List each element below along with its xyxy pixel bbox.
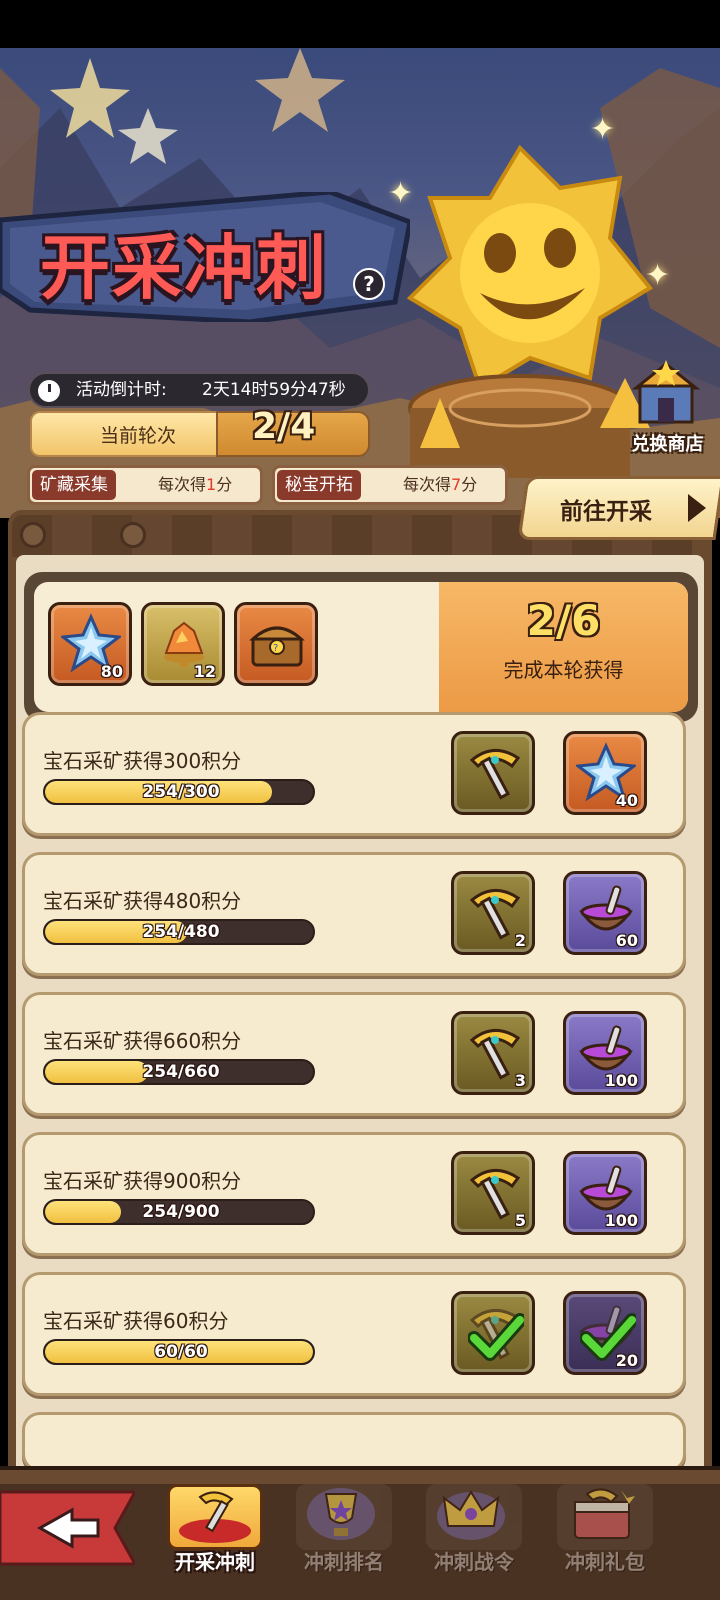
bottom-nav-strip (0, 1470, 720, 1484)
checkmark-icon (468, 1313, 524, 1361)
task-reward-item[interactable]: 100 (563, 1151, 647, 1235)
pickaxe-cushion-icon (179, 1491, 251, 1543)
task-title: 宝石采矿获得900积分 (43, 1169, 242, 1193)
task-progress-bar: 254/480 (43, 919, 315, 945)
score-rule-tag: 秘宝开拓 (277, 470, 361, 500)
task-reward-item[interactable]: 5 (451, 1151, 535, 1235)
round-progress-panel: 2/6 完成本轮获得 (433, 582, 688, 712)
reward-count: 2 (514, 931, 526, 950)
current-round-bar: 当前轮次 (30, 411, 370, 457)
nav-tab-label: 冲刺礼包 (565, 1550, 645, 1574)
exchange-shop-button[interactable]: 兑换商店 (620, 360, 715, 460)
task-progress-text: 254/900 (142, 1202, 220, 1222)
task-title: 宝石采矿获得480积分 (43, 889, 242, 913)
treasure-chest-icon: ? (249, 626, 305, 667)
countdown-value: 2天14时59分47秒 (202, 380, 346, 400)
task-reward-item[interactable]: 100 (563, 1011, 647, 1095)
task-title: 宝石采矿获得60积分 (43, 1309, 229, 1333)
rivet-icon (20, 522, 46, 548)
task-row: 宝石采矿获得300积分 254/300 40 (22, 712, 686, 836)
nav-tab-sprint-pass[interactable]: 冲刺战令 (421, 1484, 527, 1580)
reward-item[interactable]: ? (234, 602, 318, 686)
rivet-icon (120, 522, 146, 548)
reward-count: 12 (193, 662, 216, 681)
shop-house-icon (632, 360, 700, 424)
task-row: 宝石采矿获得900积分 254/900 5 100 (22, 1132, 686, 1256)
back-button[interactable] (0, 1488, 138, 1568)
sparkle-icon: ✦ (645, 258, 671, 293)
svg-text:?: ? (273, 643, 278, 654)
status-bar (0, 0, 720, 48)
crown-icon (437, 1490, 505, 1540)
gold-pickaxe-icon (469, 749, 521, 800)
reward-count: 100 (604, 1211, 638, 1230)
exchange-shop-label: 兑换商店 (631, 434, 704, 455)
reward-item[interactable]: 80 (48, 602, 132, 686)
task-progress-bar: 60/60 (43, 1339, 315, 1365)
reward-count: 20 (615, 1351, 638, 1370)
reward-count: 80 (100, 662, 123, 681)
countdown-bar: 活动倒计时: 2天14时59分47秒 (28, 372, 370, 408)
task-progress-text: 60/60 (154, 1342, 208, 1362)
task-row: 宝石采矿获得480积分 254/480 2 60 (22, 852, 686, 976)
current-round-label: 当前轮次 (100, 425, 177, 447)
nav-tab-label: 冲刺战令 (434, 1550, 514, 1574)
task-reward-item[interactable]: 3 (451, 1011, 535, 1095)
task-progress-text: 254/300 (142, 782, 220, 802)
score-rule-chip: 秘宝开拓 每次得7分 (272, 465, 508, 505)
reward-count: 100 (604, 1071, 638, 1090)
reward-item[interactable]: 12 (141, 602, 225, 686)
page-title: 开采冲刺 (40, 227, 328, 309)
task-progress-text: 254/660 (142, 1062, 220, 1082)
nav-tab-sprint-ranking[interactable]: 冲刺排名 (291, 1484, 397, 1580)
round-reward-caption: 完成本轮获得 (503, 658, 624, 682)
nav-tab-label: 开采冲刺 (175, 1550, 255, 1574)
task-reward-item[interactable]: 40 (563, 731, 647, 815)
task-progress-bar: 254/900 (43, 1199, 315, 1225)
reward-count: 5 (514, 1211, 526, 1230)
round-reward-box: 80 12 ? 2/6 完成本轮获得 (24, 572, 698, 722)
task-row-partial (22, 1412, 686, 1472)
task-reward-item[interactable]: 2 (451, 871, 535, 955)
round-reward-progress: 2/6 (526, 596, 601, 645)
score-rule-chip: 矿藏采集 每次得1分 (27, 465, 263, 505)
nav-tab-label: 冲刺排名 (304, 1550, 384, 1574)
reward-count: 60 (615, 931, 638, 950)
countdown-label: 活动倒计时: (76, 380, 167, 400)
clock-icon (38, 380, 60, 402)
task-row: 宝石采矿获得660积分 254/660 3 100 (22, 992, 686, 1116)
task-reward-item[interactable] (451, 731, 535, 815)
reward-count: 40 (615, 791, 638, 810)
task-reward-item[interactable]: 60 (563, 871, 647, 955)
trophy-icon (307, 1488, 375, 1540)
task-reward-item[interactable]: 20 (563, 1291, 647, 1375)
score-rule-text: 每次得7分 (403, 475, 478, 494)
sparkle-icon: ✦ (590, 112, 616, 147)
task-row: 宝石采矿获得60积分 60/60 20 (22, 1272, 686, 1396)
nav-tab-mining-sprint[interactable]: 开采冲刺 (162, 1484, 268, 1580)
go-mine-label[interactable]: 前往开采 (560, 492, 652, 526)
task-title: 宝石采矿获得660积分 (43, 1029, 242, 1053)
nav-tab-sprint-gift[interactable]: 冲刺礼包 (552, 1484, 658, 1580)
task-progress-bar: 254/660 (43, 1059, 315, 1085)
task-progress-bar: 254/300 (43, 779, 315, 805)
task-progress-text: 254/480 (142, 922, 220, 942)
help-button[interactable]: ? (353, 268, 385, 300)
score-rule-tag: 矿藏采集 (32, 470, 116, 500)
play-arrow-icon (688, 494, 706, 522)
task-title: 宝石采矿获得300积分 (43, 749, 242, 773)
score-rule-text: 每次得1分 (158, 475, 233, 494)
current-round-value: 2/4 (252, 406, 316, 447)
gift-pack-icon (574, 1488, 635, 1539)
task-reward-item[interactable] (451, 1291, 535, 1375)
back-arrow-icon (0, 1490, 138, 1566)
reward-count: 3 (514, 1071, 526, 1090)
